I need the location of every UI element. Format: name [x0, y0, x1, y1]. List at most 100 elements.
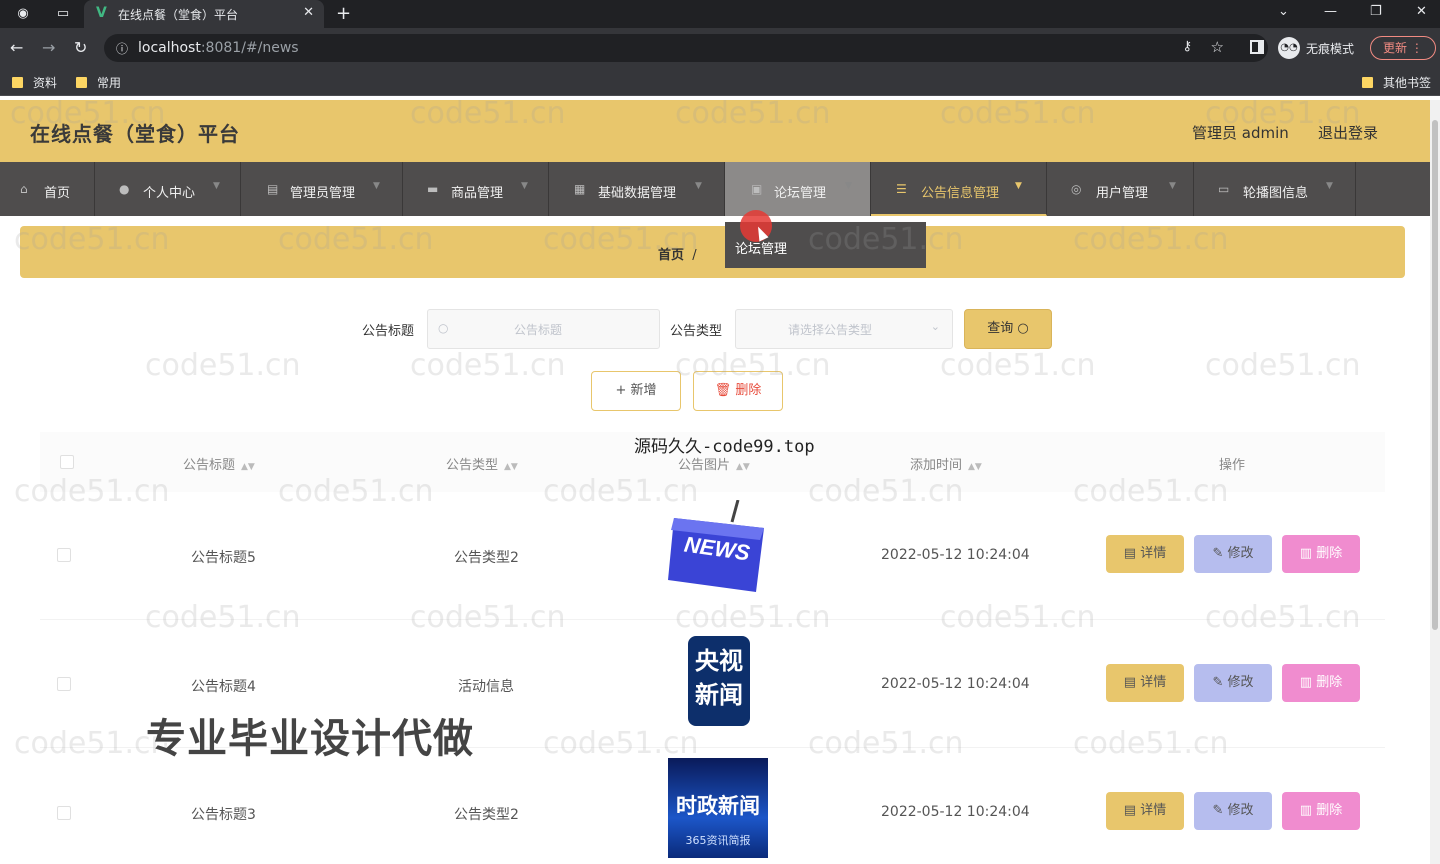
- tab-list-icon[interactable]: ⌄: [1278, 4, 1289, 19]
- menu-label: 首页: [44, 186, 71, 201]
- side-panel-icon[interactable]: [1250, 40, 1264, 54]
- restore-icon[interactable]: ❐: [1370, 4, 1382, 19]
- menu-item-profile[interactable]: ● 个人中心 ▼: [95, 162, 241, 216]
- menu-item-users[interactable]: ◎ 用户管理 ▼: [1047, 162, 1194, 216]
- incognito-label: 无痕模式: [1306, 42, 1355, 56]
- table-row: 公告标题5 公告类型2 NEWS 2022-05-12 10:24:04 ▤ 详…: [40, 492, 1385, 620]
- reload-icon[interactable]: ↻: [74, 38, 87, 57]
- query-button[interactable]: 查询 ○: [964, 309, 1052, 349]
- update-button[interactable]: 更新 ⋮: [1370, 36, 1436, 60]
- delete-button[interactable]: ▥ 删除: [1282, 792, 1360, 830]
- breadcrumb: 首页 /: [20, 226, 1405, 278]
- menu-item-carousel[interactable]: ▭ 轮播图信息 ▼: [1194, 162, 1356, 216]
- forward-icon[interactable]: →: [42, 38, 55, 57]
- added-time: 2022-05-12 10:24:04: [881, 547, 1030, 563]
- politics-news-image[interactable]: 时政新闻 365资讯简报: [668, 758, 768, 858]
- title-placeholder: 公告标题: [514, 323, 563, 337]
- pencil-icon: ✎: [1212, 675, 1224, 690]
- added-time: 2022-05-12 10:24:04: [881, 804, 1030, 820]
- edit-button[interactable]: ✎ 修改: [1194, 792, 1272, 830]
- list-icon: ☰: [896, 182, 907, 196]
- new-tab-icon[interactable]: +: [336, 3, 351, 24]
- type-filter-label: 公告类型: [670, 324, 723, 339]
- tab-close-icon[interactable]: ✕: [303, 5, 314, 20]
- edit-button[interactable]: ✎ 修改: [1194, 664, 1272, 702]
- bookmark-star-icon[interactable]: ☆: [1211, 38, 1224, 56]
- cctv-news-image[interactable]: 央视 新闻: [688, 636, 750, 726]
- page-scrollbar[interactable]: [1430, 100, 1440, 864]
- vue-favicon-icon: V: [96, 5, 107, 21]
- detail-button[interactable]: ▤ 详情: [1106, 664, 1184, 702]
- bookmarks-bar: 资料 常用 其他书签: [0, 68, 1440, 96]
- add-button[interactable]: + 新增: [591, 371, 681, 411]
- menu-label: 公告信息管理: [921, 186, 1000, 201]
- title-filter-label: 公告标题: [362, 324, 415, 339]
- chevron-down-icon: ▼: [521, 181, 528, 191]
- detail-button[interactable]: ▤ 详情: [1106, 792, 1184, 830]
- browser-logo-icon: ◉: [17, 6, 29, 21]
- title-search-input[interactable]: ○ 公告标题: [427, 309, 660, 349]
- address-bar[interactable]: ⓘ localhost:8081/#/news ⚷ ☆: [104, 34, 1268, 62]
- trash-icon: ▥: [1299, 803, 1313, 818]
- chevron-down-icon: ▼: [695, 181, 702, 191]
- menu-item-basic-data[interactable]: ▦ 基础数据管理 ▼: [549, 162, 725, 216]
- chevron-down-icon: ▼: [845, 181, 852, 191]
- image-subcaption: 365资讯简报: [685, 834, 751, 847]
- scrollbar-thumb[interactable]: [1432, 120, 1438, 630]
- image-caption: 时政新闻: [676, 794, 760, 818]
- goods-icon: ▬: [427, 182, 439, 196]
- delete-button[interactable]: ▥ 删除: [1282, 535, 1360, 573]
- bookmark-folder[interactable]: 常用: [76, 74, 121, 91]
- password-key-icon[interactable]: ⚷: [1182, 39, 1192, 54]
- bulk-delete-button[interactable]: 🗑 删除: [693, 371, 783, 411]
- doc-icon: ▤: [1123, 546, 1137, 561]
- plus-icon: +: [615, 383, 627, 398]
- type-select[interactable]: 请选择公告类型 ⌄: [735, 309, 953, 349]
- back-icon[interactable]: ←: [10, 38, 23, 57]
- browser-tab-active[interactable]: V 在线点餐（堂食）平台 ✕: [84, 0, 324, 28]
- detail-button[interactable]: ▤ 详情: [1106, 535, 1184, 573]
- chevron-down-icon: ⌄: [930, 320, 940, 333]
- tab-title: 在线点餐（堂食）平台: [118, 8, 239, 22]
- select-all-checkbox[interactable]: [60, 455, 74, 469]
- row-checkbox[interactable]: [57, 806, 71, 820]
- other-bookmarks[interactable]: 其他书签: [1362, 74, 1431, 91]
- logout-link[interactable]: 退出登录: [1318, 122, 1378, 143]
- row-checkbox[interactable]: [57, 677, 71, 691]
- column-header-type[interactable]: 公告类型 ▲▼: [446, 454, 518, 473]
- table-row: 公告标题3 公告类型2 时政新闻 365资讯简报 2022-05-12 10:2…: [40, 748, 1385, 864]
- breadcrumb-home[interactable]: 首页: [658, 248, 684, 263]
- app-header: 在线点餐（堂食）平台 管理员 admin 退出登录: [0, 100, 1440, 162]
- pencil-icon: ✎: [1212, 546, 1224, 561]
- folder-icon: [76, 77, 87, 88]
- window-close-icon[interactable]: ✕: [1416, 4, 1427, 19]
- sort-icon: ▲▼: [968, 462, 982, 472]
- bookmark-folder[interactable]: 资料: [12, 74, 57, 91]
- row-checkbox[interactable]: [57, 548, 71, 562]
- chevron-down-icon: ▼: [1169, 181, 1176, 191]
- added-time: 2022-05-12 10:24:04: [881, 676, 1030, 692]
- breadcrumb-path: 首页 /: [658, 244, 697, 263]
- column-header-title[interactable]: 公告标题 ▲▼: [183, 454, 255, 473]
- trash-icon: 🗑: [714, 383, 732, 398]
- overlay-source-text: 源码久久-code99.top: [634, 437, 815, 457]
- chevron-down-icon: ▼: [213, 181, 220, 191]
- menu-label: 用户管理: [1096, 186, 1149, 201]
- news-3d-image[interactable]: NEWS: [668, 500, 768, 600]
- menu-item-home[interactable]: ⌂ 首页: [0, 162, 95, 216]
- main-menu: ⌂ 首页 ● 个人中心 ▼ ▤ 管理员管理 ▼ ▬ 商品管理 ▼ ▦ 基础数据管…: [0, 162, 1440, 216]
- tab-search-icon[interactable]: ▭: [54, 5, 72, 23]
- notice-title: 公告标题5: [191, 550, 256, 566]
- menu-item-goods[interactable]: ▬ 商品管理 ▼: [403, 162, 549, 216]
- breadcrumb-separator: /: [692, 248, 697, 263]
- minimize-icon[interactable]: —: [1324, 4, 1337, 19]
- menu-item-admin[interactable]: ▤ 管理员管理 ▼: [241, 162, 403, 216]
- folder-icon: [1362, 77, 1373, 88]
- notice-type: 活动信息: [458, 679, 514, 695]
- menu-item-forum[interactable]: ▣ 论坛管理 ▼: [725, 162, 871, 216]
- edit-button[interactable]: ✎ 修改: [1194, 535, 1272, 573]
- column-header-time[interactable]: 添加时间 ▲▼: [910, 454, 982, 473]
- delete-button[interactable]: ▥ 删除: [1282, 664, 1360, 702]
- menu-item-notice[interactable]: ☰ 公告信息管理 ▼: [871, 162, 1047, 216]
- site-info-icon[interactable]: ⓘ: [116, 40, 128, 57]
